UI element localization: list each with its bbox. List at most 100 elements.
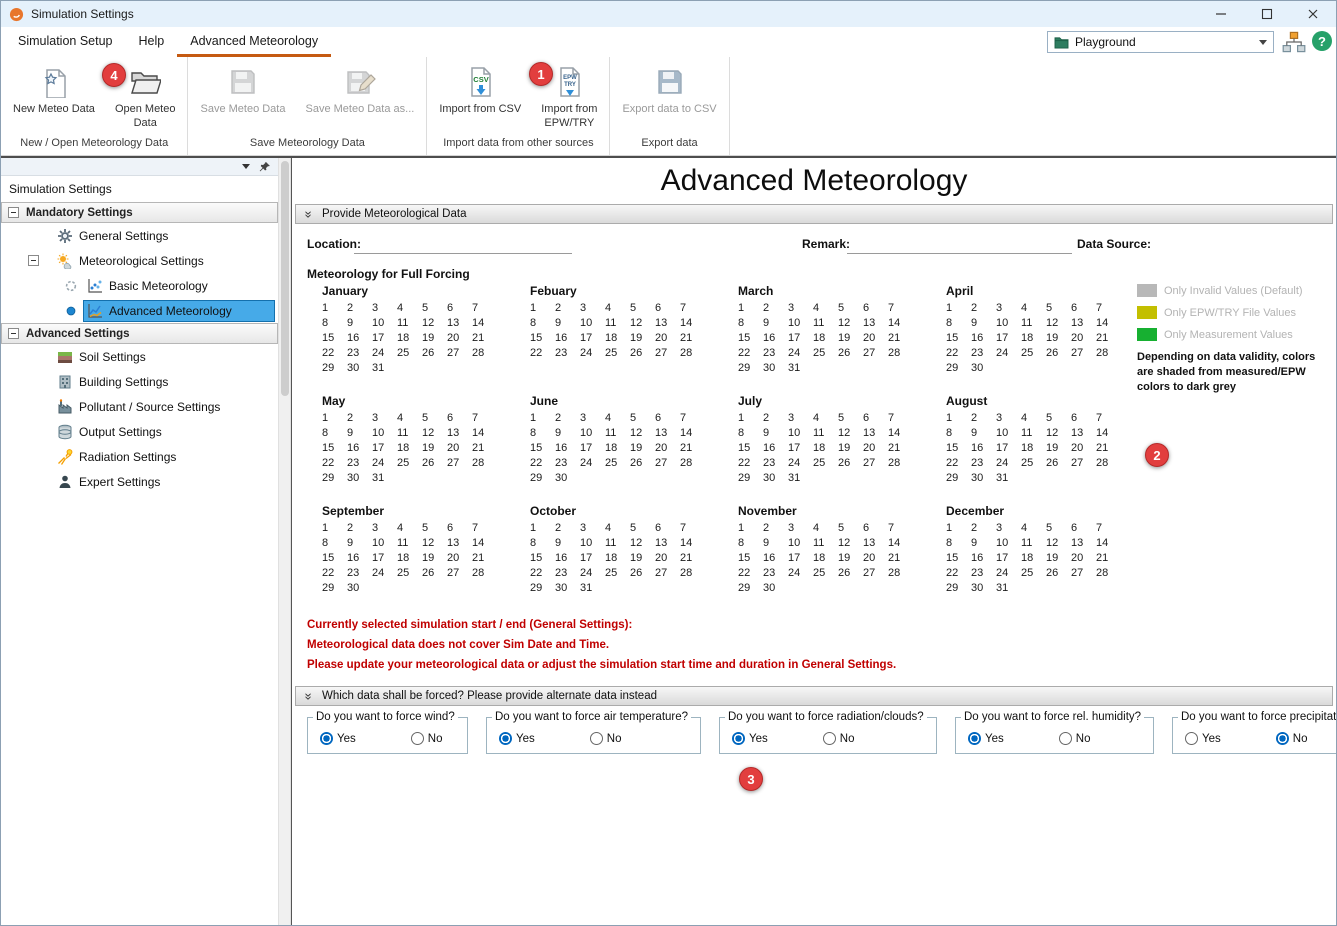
calendar-day[interactable]: 11 [1021,536,1046,551]
radio-no[interactable] [411,732,424,745]
calendar-day[interactable]: 2 [555,521,580,536]
yes-radio-option[interactable]: Yes [499,732,535,745]
export-data-to-csv-button[interactable]: Export data to CSV [612,66,726,117]
calendar-day[interactable]: 26 [1046,566,1071,581]
calendar-day[interactable]: 22 [738,456,763,471]
calendar-day[interactable]: 17 [996,551,1021,566]
calendar-day[interactable]: 26 [1046,456,1071,471]
calendar-day[interactable]: 12 [422,426,447,441]
calendar-day[interactable]: 5 [838,301,863,316]
tree-group-mandatory-settings[interactable]: Mandatory Settings [1,202,278,223]
calendar-day[interactable]: 22 [946,566,971,581]
calendar-day[interactable]: 3 [996,521,1021,536]
collapse-expander-icon[interactable] [8,328,19,339]
calendar-day[interactable]: 25 [605,566,630,581]
calendar-day[interactable]: 11 [605,426,630,441]
calendar-day[interactable]: 6 [447,521,472,536]
calendar-day[interactable]: 4 [397,411,422,426]
calendar-day[interactable]: 17 [580,331,605,346]
calendar-day[interactable]: 5 [422,411,447,426]
calendar-day[interactable]: 16 [971,331,996,346]
calendar-day[interactable]: 22 [322,566,347,581]
calendar-day[interactable]: 23 [971,456,996,471]
calendar-day[interactable]: 12 [838,426,863,441]
calendar-day[interactable]: 29 [322,471,347,486]
sidebar-item-expert-settings[interactable]: Expert Settings [1,469,278,494]
yes-radio-option[interactable]: Yes [968,732,1004,745]
calendar-day[interactable]: 16 [971,441,996,456]
calendar-day[interactable]: 10 [372,536,397,551]
calendar-day[interactable]: 30 [971,471,996,486]
calendar-day[interactable]: 1 [322,521,347,536]
calendar-day[interactable]: 14 [680,536,705,551]
calendar-day[interactable]: 19 [630,331,655,346]
calendar-day[interactable]: 8 [946,536,971,551]
collapse-expander-icon[interactable] [28,255,39,266]
calendar-day[interactable]: 5 [422,521,447,536]
collapse-expander-icon[interactable] [8,207,19,218]
radio-no[interactable] [823,732,836,745]
sidebar-item-output-settings[interactable]: Output Settings [1,419,278,444]
calendar-day[interactable]: 27 [655,566,680,581]
calendar-day[interactable]: 24 [372,456,397,471]
calendar-day[interactable]: 15 [738,331,763,346]
calendar-day[interactable]: 10 [996,536,1021,551]
calendar-day[interactable]: 31 [996,581,1021,596]
calendar-day[interactable]: 25 [813,456,838,471]
calendar-day[interactable]: 10 [580,536,605,551]
calendar-day[interactable]: 7 [680,301,705,316]
calendar-day[interactable]: 29 [738,471,763,486]
calendar-day[interactable]: 4 [813,411,838,426]
calendar-day[interactable]: 16 [555,551,580,566]
calendar-day[interactable]: 1 [530,521,555,536]
no-radio-option[interactable]: No [411,732,443,745]
calendar-day[interactable]: 14 [1096,536,1121,551]
calendar-day[interactable]: 5 [630,301,655,316]
close-button[interactable] [1290,1,1336,27]
calendar-day[interactable]: 30 [555,471,580,486]
calendar-day[interactable]: 9 [555,536,580,551]
calendar-day[interactable]: 11 [397,316,422,331]
calendar-day[interactable]: 5 [838,411,863,426]
calendar-day[interactable]: 4 [813,521,838,536]
calendar-day[interactable]: 15 [322,331,347,346]
calendar-day[interactable]: 4 [605,411,630,426]
calendar-day[interactable]: 2 [763,411,788,426]
calendar-day[interactable]: 13 [447,426,472,441]
calendar-day[interactable]: 21 [472,441,497,456]
calendar-day[interactable]: 2 [971,411,996,426]
calendar-day[interactable]: 10 [372,426,397,441]
no-radio-option[interactable]: No [823,732,855,745]
calendar-day[interactable]: 25 [397,346,422,361]
calendar-day[interactable]: 30 [347,361,372,376]
calendar-day[interactable]: 20 [863,551,888,566]
calendar-day[interactable]: 16 [555,441,580,456]
calendar-day[interactable]: 23 [971,566,996,581]
calendar-day[interactable]: 28 [680,456,705,471]
calendar-day[interactable]: 30 [763,361,788,376]
calendar-day[interactable]: 24 [580,346,605,361]
calendar-day[interactable]: 3 [996,301,1021,316]
calendar-day[interactable]: 5 [630,521,655,536]
calendar-day[interactable]: 23 [555,566,580,581]
calendar-day[interactable]: 22 [530,456,555,471]
calendar-day[interactable]: 13 [655,536,680,551]
calendar-day[interactable]: 16 [555,331,580,346]
calendar-day[interactable]: 11 [605,316,630,331]
calendar-day[interactable]: 28 [1096,566,1121,581]
calendar-day[interactable]: 7 [888,301,913,316]
calendar-day[interactable]: 17 [372,441,397,456]
calendar-day[interactable]: 7 [1096,301,1121,316]
calendar-day[interactable]: 7 [680,521,705,536]
calendar-day[interactable]: 7 [888,411,913,426]
calendar-day[interactable]: 15 [946,331,971,346]
calendar-day[interactable]: 12 [1046,426,1071,441]
calendar-day[interactable]: 26 [630,456,655,471]
calendar-day[interactable]: 19 [838,441,863,456]
calendar-day[interactable]: 12 [838,316,863,331]
calendar-day[interactable]: 1 [946,411,971,426]
calendar-day[interactable]: 29 [322,581,347,596]
calendar-day[interactable]: 29 [738,361,763,376]
calendar-day[interactable]: 8 [738,426,763,441]
calendar-day[interactable]: 17 [580,441,605,456]
